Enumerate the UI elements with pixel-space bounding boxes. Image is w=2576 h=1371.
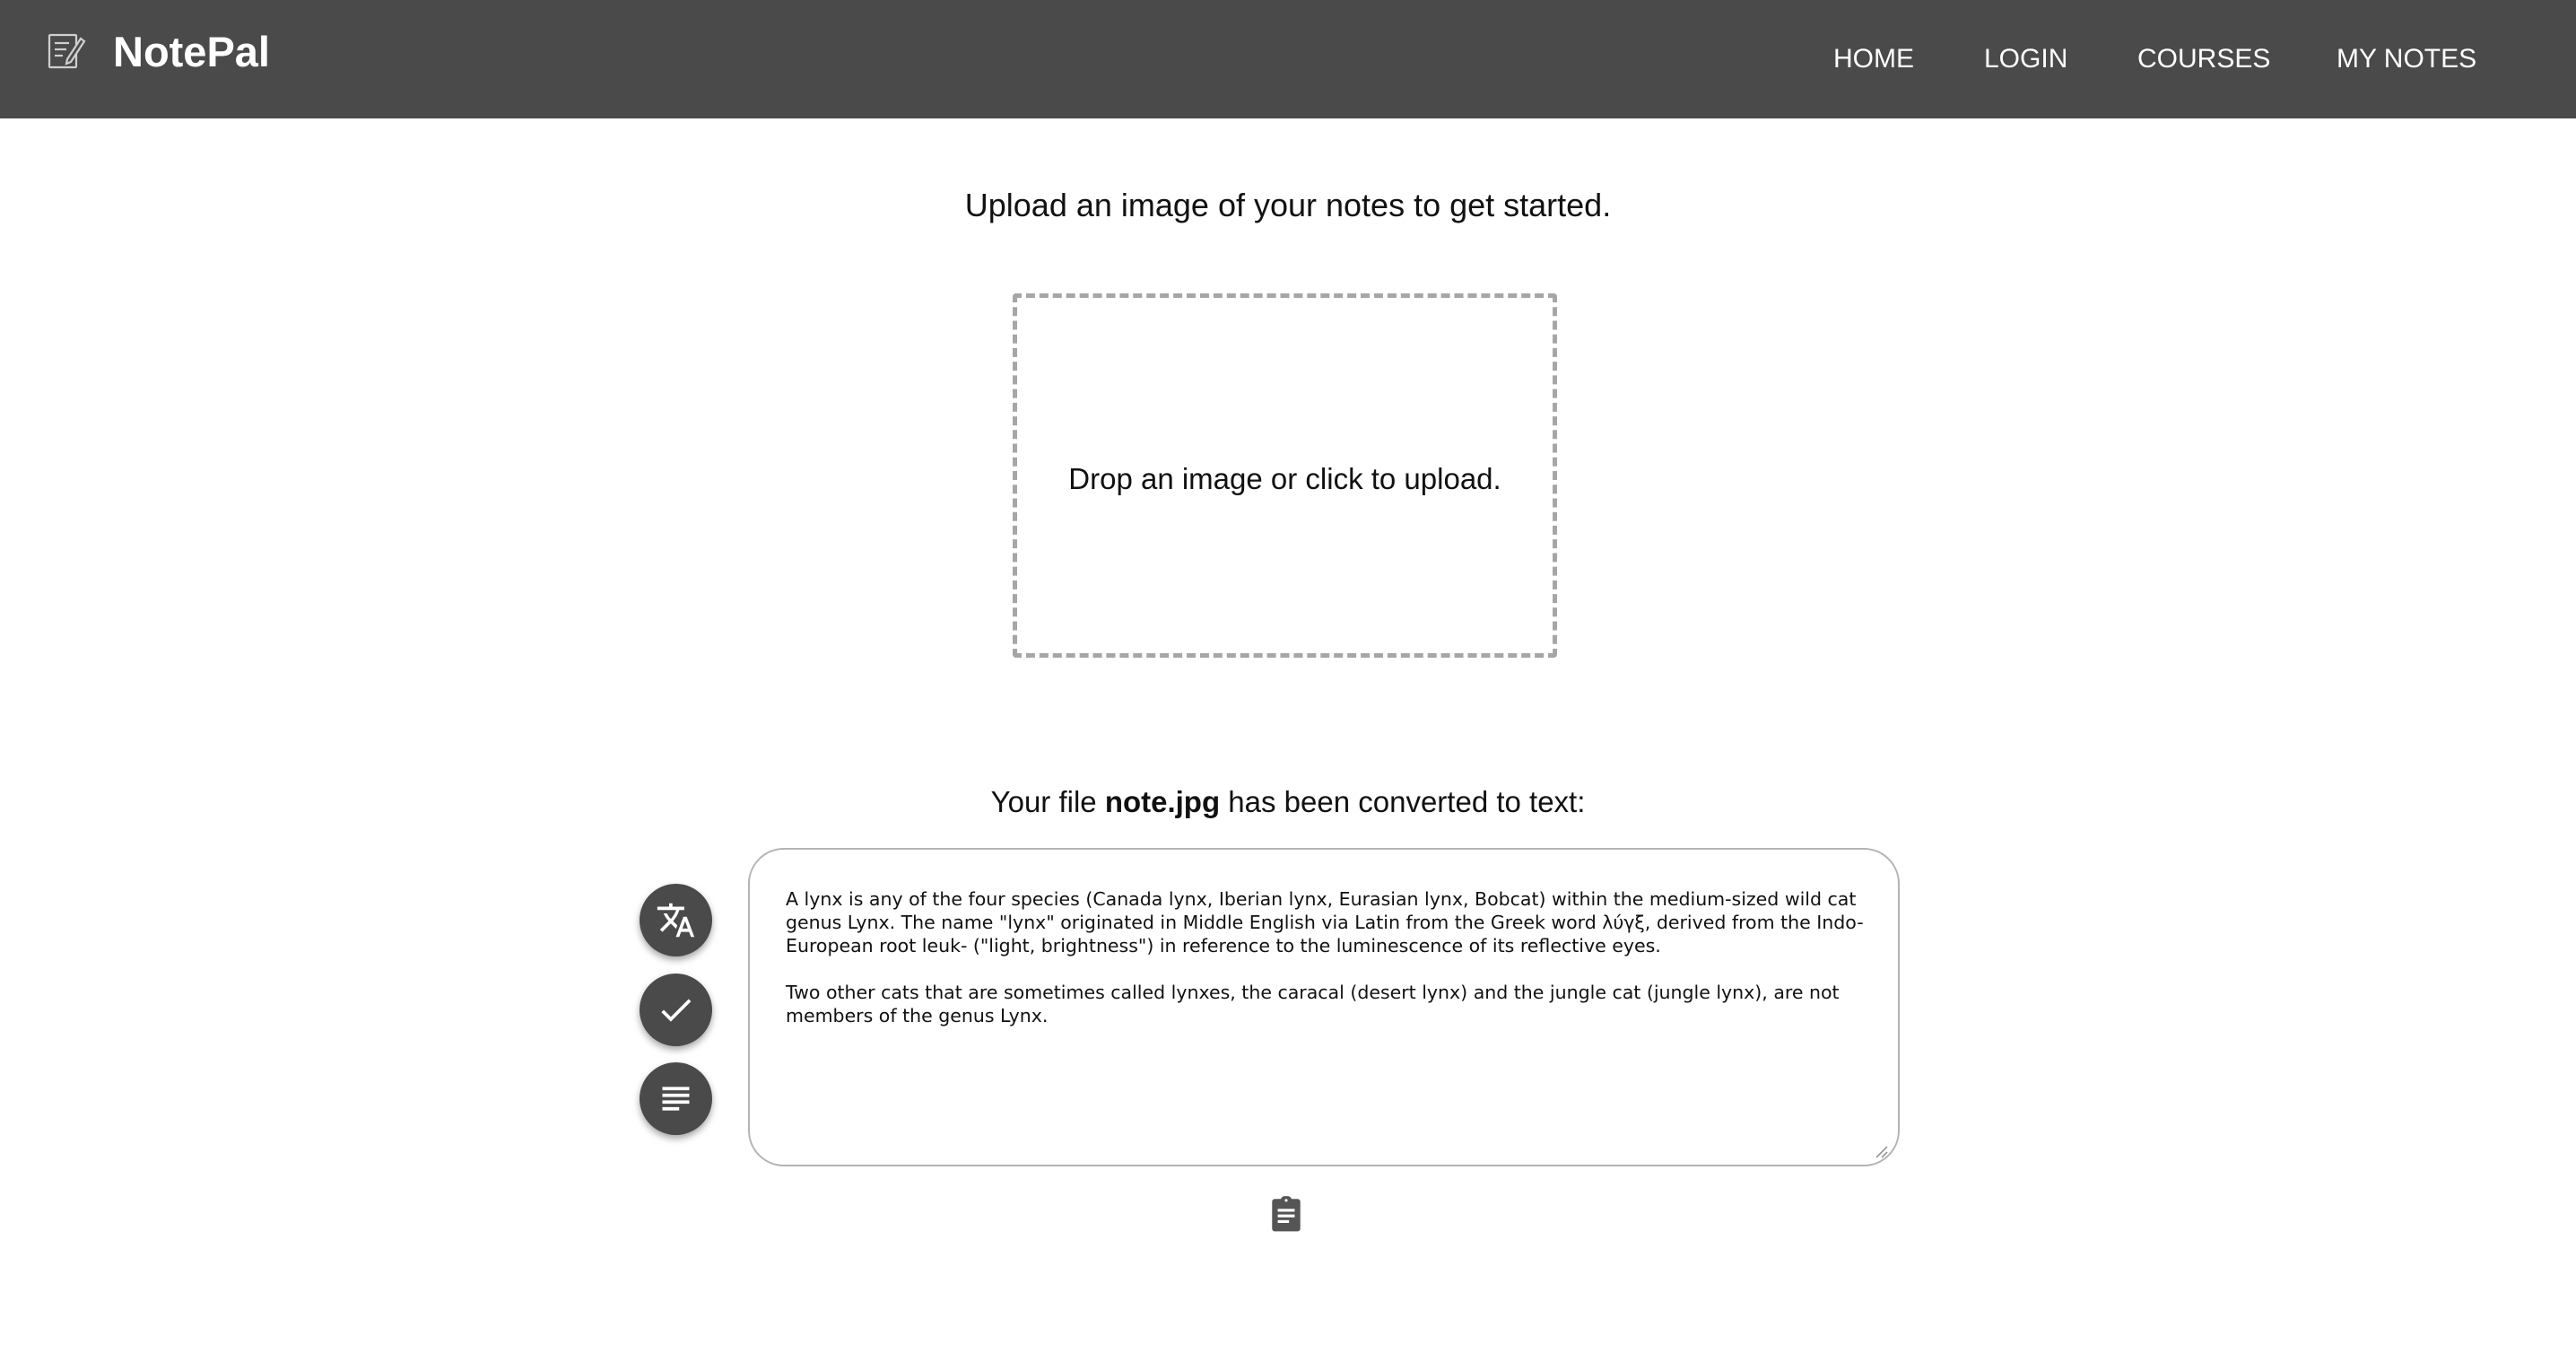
converted-text-paragraph: Two other cats that are sometimes called… xyxy=(786,982,1840,1026)
summary-icon xyxy=(662,1087,690,1111)
converted-filename: note.jpg xyxy=(1104,785,1221,818)
page: NotePal HOME LOGIN COURSES MY NOTES Uplo… xyxy=(0,0,2576,1371)
summary-button[interactable] xyxy=(640,1062,712,1135)
translate-button[interactable] xyxy=(640,884,712,956)
check-button[interactable] xyxy=(640,974,712,1046)
nav-courses[interactable]: COURSES xyxy=(2137,43,2270,75)
converted-text-area[interactable]: A lynx is any of the four species (Canad… xyxy=(748,848,1900,1166)
clipboard-icon[interactable] xyxy=(1269,1193,1303,1233)
nav-home[interactable]: HOME xyxy=(1833,43,1914,75)
converted-text-paragraph: A lynx is any of the four species (Canad… xyxy=(786,888,1864,956)
conversion-status: Your file note.jpg has been converted to… xyxy=(0,783,2576,821)
dropzone-label: Drop an image or click to upload. xyxy=(1068,462,1501,495)
nav-my-notes[interactable]: MY NOTES xyxy=(2337,43,2476,75)
resize-handle-icon[interactable] xyxy=(1873,1143,1889,1159)
navbar: NotePal HOME LOGIN COURSES MY NOTES xyxy=(0,0,2576,118)
check-icon xyxy=(661,999,692,1022)
brand-logo[interactable]: NotePal xyxy=(113,27,270,77)
translate-icon xyxy=(657,903,695,938)
conversion-prefix: Your file xyxy=(990,785,1105,818)
conversion-suffix: has been converted to text: xyxy=(1220,785,1586,818)
upload-heading: Upload an image of your notes to get sta… xyxy=(964,187,1612,223)
nav-login[interactable]: LOGIN xyxy=(1984,43,2067,75)
image-dropzone[interactable]: Drop an image or click to upload. xyxy=(1013,293,1557,658)
note-edit-icon[interactable] xyxy=(47,30,86,71)
